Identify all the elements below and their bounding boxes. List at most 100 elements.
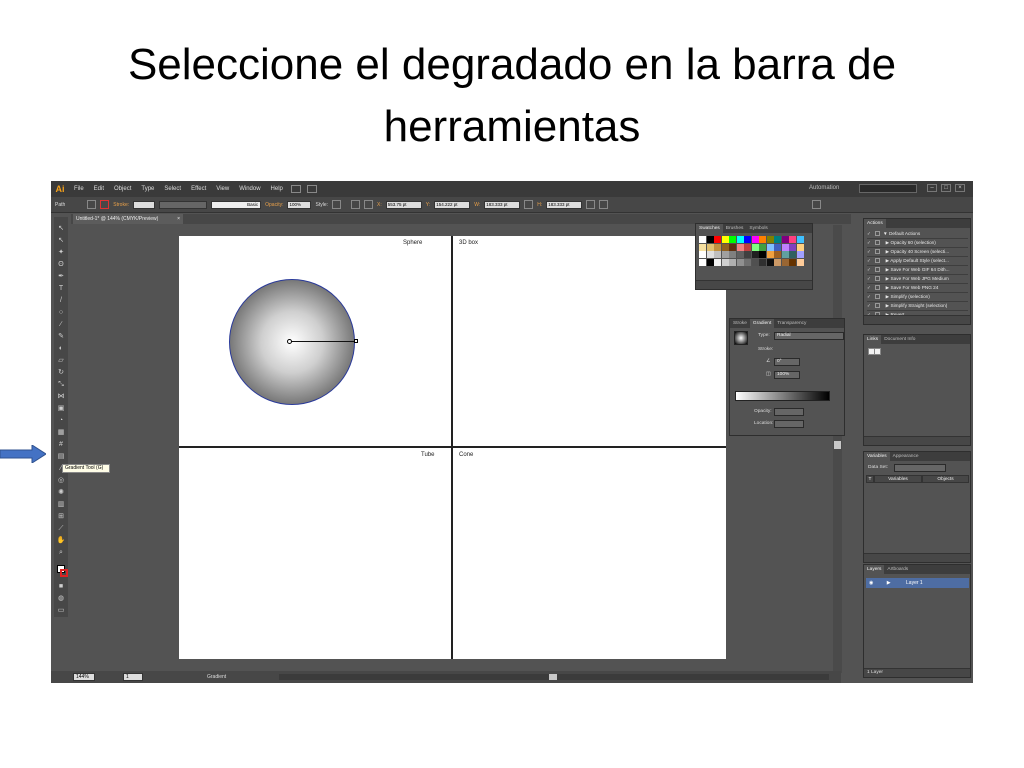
color-swatch[interactable] xyxy=(706,236,714,243)
color-swatch[interactable] xyxy=(729,243,736,251)
color-swatch[interactable] xyxy=(706,251,714,258)
color-swatch[interactable] xyxy=(699,243,706,251)
gradient-tool-icon[interactable]: ▤ xyxy=(56,453,66,461)
slice-tool-icon[interactable]: ⟋ xyxy=(56,525,66,533)
gradient-annotator-bar[interactable] xyxy=(291,341,357,342)
column-variables[interactable]: Variables xyxy=(874,475,922,483)
stroke-label[interactable]: Stroke: xyxy=(113,202,129,208)
arrange-documents-icon[interactable] xyxy=(306,185,317,193)
gradient-end-handle[interactable] xyxy=(354,339,358,343)
color-swatch[interactable] xyxy=(789,243,796,251)
action-row[interactable]: ✓ ▶ Simplify (selection) xyxy=(867,293,968,302)
align-icon[interactable] xyxy=(351,200,360,209)
color-swatch[interactable] xyxy=(766,251,774,258)
tab-artboards[interactable]: Artboards xyxy=(884,565,911,574)
ellipse-tool-icon[interactable]: ○ xyxy=(56,309,66,317)
color-swatch[interactable] xyxy=(789,251,796,258)
layer-name[interactable]: Layer 1 xyxy=(906,580,923,586)
color-swatch[interactable] xyxy=(759,258,766,266)
color-swatch[interactable] xyxy=(714,258,721,266)
width-tool-icon[interactable]: ⋈ xyxy=(56,393,66,401)
menu-edit[interactable]: Edit xyxy=(89,186,109,192)
gradient-type-dropdown[interactable]: Radial xyxy=(774,332,844,340)
artboard-page-field[interactable]: 1 xyxy=(123,673,143,681)
opacity-field[interactable]: 100% xyxy=(287,200,312,209)
column-graph-tool-icon[interactable]: ▥ xyxy=(56,501,66,509)
artboard[interactable]: Sphere 3D box Tube Cone xyxy=(179,236,726,659)
hand-tool-icon[interactable]: ✋ xyxy=(56,537,66,545)
opacity-gradient-field[interactable] xyxy=(774,408,804,416)
menu-select[interactable]: Select xyxy=(159,186,186,192)
tab-document-info[interactable]: Document Info xyxy=(881,335,918,344)
color-swatch[interactable] xyxy=(744,236,751,243)
color-swatch[interactable] xyxy=(699,251,706,258)
pencil-tool-icon[interactable]: ✎ xyxy=(56,333,66,341)
menu-window[interactable]: Window xyxy=(234,186,265,192)
maximize-icon[interactable]: □ xyxy=(941,184,951,192)
screen-mode-icon[interactable]: ▭ xyxy=(56,607,66,615)
tab-transparency[interactable]: Transparency xyxy=(774,319,809,328)
blob-brush-tool-icon[interactable]: ◐ xyxy=(56,345,66,353)
fill-color-icon[interactable] xyxy=(87,200,97,209)
close-icon[interactable]: × xyxy=(955,184,965,192)
color-swatch[interactable] xyxy=(796,243,804,251)
blend-tool-icon[interactable]: ◎ xyxy=(56,477,66,485)
menu-effect[interactable]: Effect xyxy=(186,186,211,192)
tab-gradient[interactable]: Gradient xyxy=(749,319,775,328)
transform-icon[interactable] xyxy=(364,200,373,209)
color-swatch[interactable] xyxy=(751,251,759,258)
current-tool-status[interactable]: Gradient xyxy=(207,674,226,680)
x-field[interactable]: 553.75 pt xyxy=(385,200,422,209)
lasso-tool-icon[interactable]: ʘ xyxy=(56,261,66,269)
color-swatch[interactable] xyxy=(751,258,759,266)
action-row[interactable]: ✓ ▼ Default Actions xyxy=(867,230,968,239)
color-swatch[interactable] xyxy=(781,243,789,251)
color-swatch[interactable] xyxy=(721,258,729,266)
color-swatch[interactable] xyxy=(759,236,766,243)
stroke-weight-field[interactable] xyxy=(133,200,156,209)
tab-links[interactable]: Links xyxy=(864,335,882,344)
gradient-sphere[interactable] xyxy=(229,279,355,405)
pen-tool-icon[interactable]: ✒ xyxy=(56,273,66,281)
dataset-dropdown[interactable] xyxy=(894,464,946,472)
paintbrush-tool-icon[interactable]: ∕ xyxy=(56,321,66,329)
color-swatch[interactable] xyxy=(796,251,804,258)
color-swatch[interactable] xyxy=(759,243,766,251)
color-swatch[interactable] xyxy=(766,258,774,266)
tab-brushes[interactable]: Brushes xyxy=(723,224,747,233)
stroke-swatch[interactable] xyxy=(60,569,68,577)
action-row[interactable]: ✓ ▶ Opacity 60 (selection) xyxy=(867,239,968,248)
style-swatch-icon[interactable] xyxy=(332,200,341,209)
variable-width-dropdown[interactable] xyxy=(159,200,208,209)
layer-row[interactable]: ◉ ▶ Layer 1 xyxy=(866,578,969,588)
action-row[interactable]: ✓ ▶ Opacity 40 Screen (selecti... xyxy=(867,248,968,257)
artboard-tool-icon[interactable]: ⊞ xyxy=(56,513,66,521)
perspective-grid-tool-icon[interactable]: ▦ xyxy=(56,429,66,437)
gradient-preview-swatch[interactable] xyxy=(734,331,748,345)
action-row[interactable]: ✓ ▶ Save For Web GIF 64 Dith... xyxy=(867,266,968,275)
color-swatch[interactable] xyxy=(781,236,789,243)
color-swatch[interactable] xyxy=(789,236,796,243)
menu-help[interactable]: Help xyxy=(266,186,288,192)
color-swatch[interactable] xyxy=(721,236,729,243)
tab-appearance[interactable]: Appearance xyxy=(890,452,922,461)
scale-tool-icon[interactable]: ⤡ xyxy=(56,381,66,389)
link-proportions-icon[interactable] xyxy=(524,200,534,209)
isolate-icon[interactable] xyxy=(599,200,609,209)
y-field[interactable]: 154.222 pt xyxy=(434,200,471,209)
minimize-icon[interactable]: – xyxy=(927,184,937,192)
gradient-slider[interactable] xyxy=(735,391,830,401)
action-row[interactable]: ✓ ▶ Simplify Straight (selection) xyxy=(867,302,968,311)
color-swatch[interactable] xyxy=(774,251,781,258)
color-swatch[interactable] xyxy=(796,258,804,266)
menu-view[interactable]: View xyxy=(211,186,234,192)
drawing-mode-icon[interactable]: ◍ xyxy=(56,595,66,603)
color-swatch[interactable] xyxy=(729,236,736,243)
visibility-eye-icon[interactable]: ◉ xyxy=(869,580,873,586)
color-swatch[interactable] xyxy=(789,258,796,266)
color-swatch[interactable] xyxy=(699,236,706,243)
location-field[interactable] xyxy=(774,420,804,428)
angle-field[interactable]: 0° xyxy=(774,358,800,366)
w-field[interactable]: 183.333 pt xyxy=(484,200,521,209)
tab-variables[interactable]: Variables xyxy=(864,452,890,461)
